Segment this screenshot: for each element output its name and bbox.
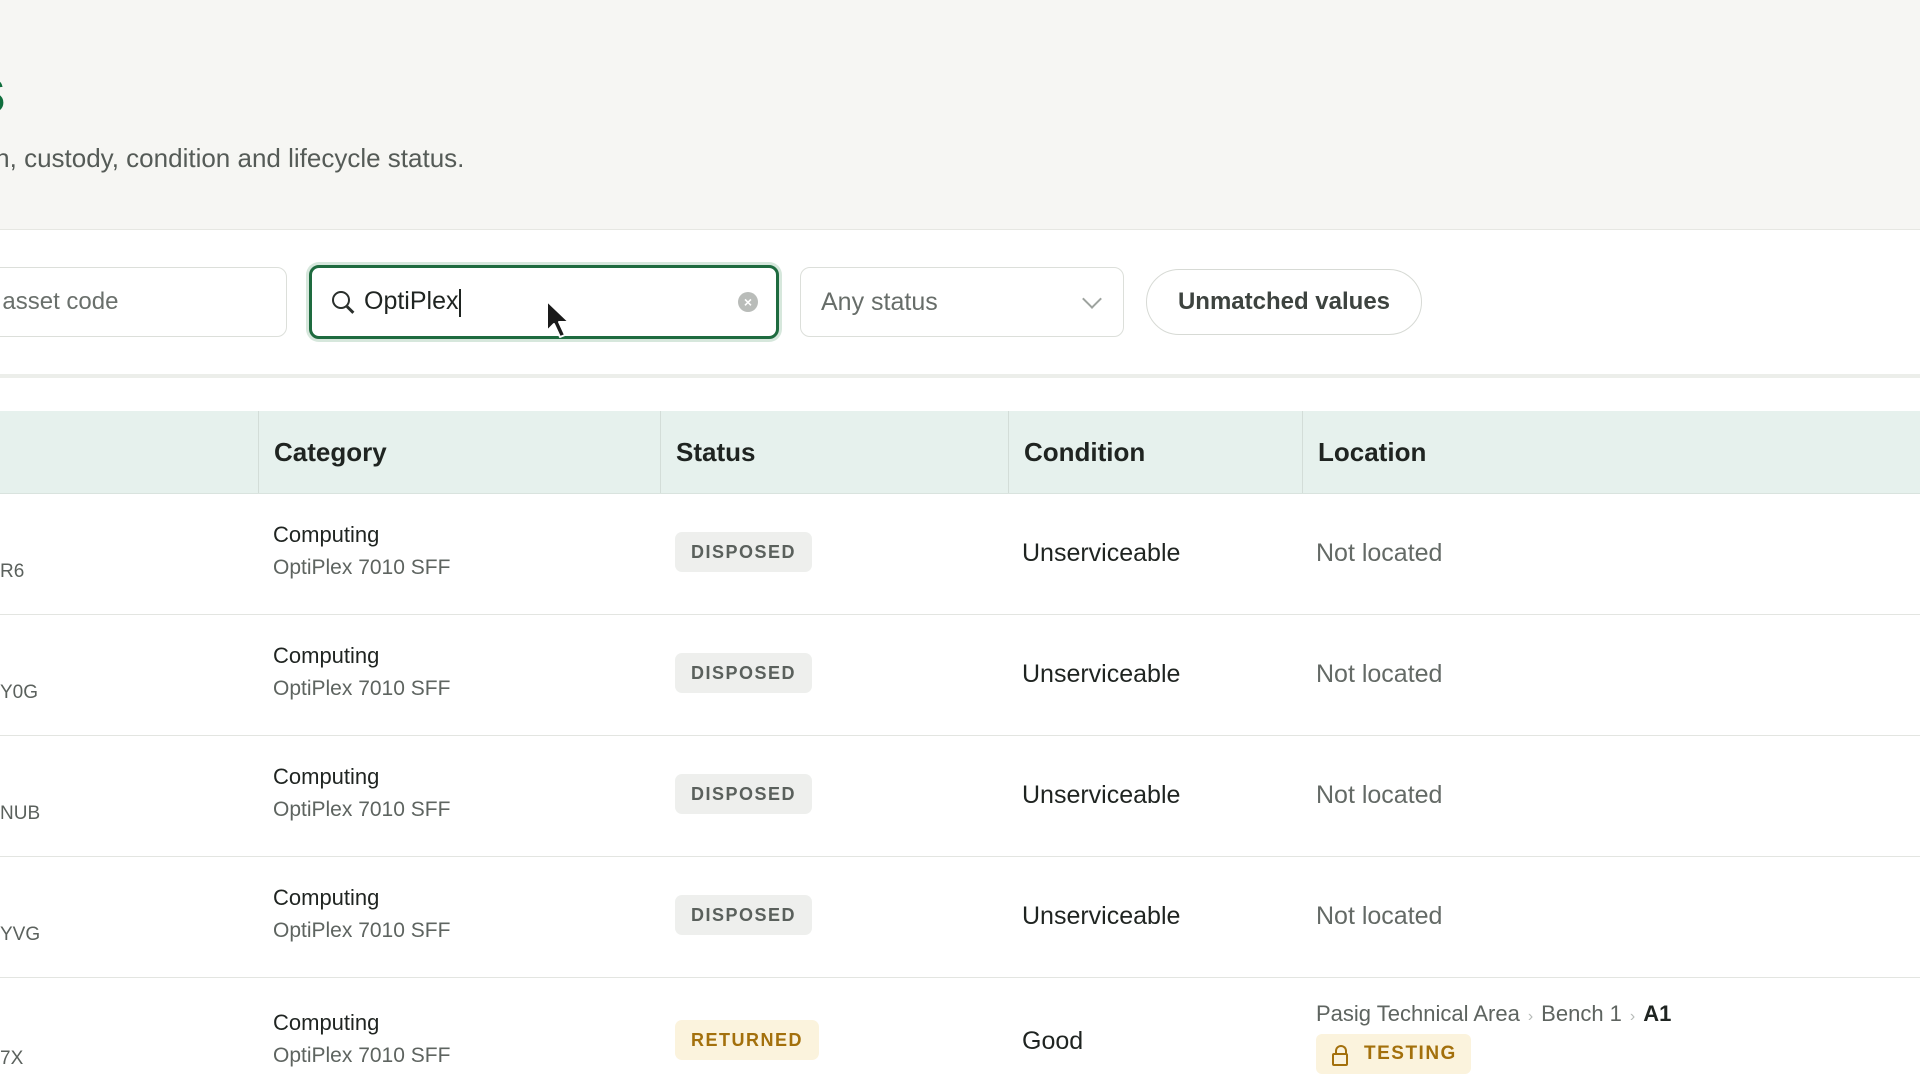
status-badge: RETURNED	[675, 1020, 820, 1060]
table-row[interactable]: R6 Computing OptiPlex 7010 SFF DISPOSED …	[0, 494, 1920, 615]
barcode-input-placeholder: de or asset code	[0, 288, 119, 315]
condition-value: Unserviceable	[1022, 660, 1181, 688]
status-badge: DISPOSED	[675, 895, 813, 935]
breadcrumb-separator-icon: ›	[1629, 1008, 1636, 1025]
status-badge: DISPOSED	[675, 532, 813, 572]
mouse-cursor-icon	[546, 300, 570, 338]
location-value: Not located	[1316, 781, 1443, 809]
column-header-condition[interactable]: Condition	[1008, 411, 1302, 493]
location-tag-label: TESTING	[1364, 1043, 1457, 1064]
chevron-down-icon	[1082, 289, 1102, 309]
table-row[interactable]: NUB Computing OptiPlex 7010 SFF DISPOSED…	[0, 736, 1920, 857]
page-title: ls	[0, 52, 6, 128]
location-value: Not located	[1316, 902, 1443, 930]
location-tag-badge: TESTING	[1316, 1034, 1471, 1074]
lock-icon	[1332, 1045, 1348, 1066]
status-select[interactable]: Any status	[800, 267, 1124, 337]
condition-value: Good	[1022, 1027, 1084, 1055]
category-name: Computing	[273, 643, 380, 668]
condition-value: Unserviceable	[1022, 781, 1181, 809]
status-select-value: Any status	[821, 287, 938, 316]
search-input-value: OptiPlex	[364, 287, 459, 316]
column-header-location[interactable]: Location	[1302, 411, 1920, 493]
page-subtitle: location, custody, condition and lifecyc…	[0, 143, 465, 173]
category-model: OptiPlex 7010 SFF	[273, 677, 451, 700]
text-caret	[459, 288, 462, 317]
column-header-category[interactable]: Category	[258, 411, 663, 493]
category-model: OptiPlex 7010 SFF	[273, 1044, 451, 1067]
location-slot: A1	[1643, 1001, 1672, 1026]
table-header: Category Status Condition Location	[0, 411, 1920, 494]
search-input[interactable]: OptiPlex	[364, 287, 724, 317]
location-value: Not located	[1316, 539, 1443, 567]
search-input-box[interactable]: OptiPlex ×	[309, 265, 779, 339]
location-value: Not located	[1316, 660, 1443, 688]
category-model: OptiPlex 7010 SFF	[273, 556, 451, 579]
asset-code: Y0G	[0, 682, 39, 703]
condition-value: Unserviceable	[1022, 539, 1181, 567]
location-area: Pasig Technical Area	[1316, 1001, 1520, 1026]
condition-value: Unserviceable	[1022, 902, 1181, 930]
status-badge: DISPOSED	[675, 653, 813, 693]
unmatched-values-button[interactable]: Unmatched values	[1146, 269, 1422, 335]
category-name: Computing	[273, 764, 380, 789]
asset-code: NUB	[0, 803, 41, 824]
table-row[interactable]: Y0G Computing OptiPlex 7010 SFF DISPOSED…	[0, 615, 1920, 736]
category-name: Computing	[273, 1010, 380, 1035]
location-bench: Bench 1	[1541, 1001, 1622, 1026]
table-row[interactable]: 7X Computing OptiPlex 7010 SFF RETURNED …	[0, 978, 1920, 1080]
column-header-status[interactable]: Status	[660, 411, 1008, 493]
status-badge: DISPOSED	[675, 774, 813, 814]
location-breadcrumb: Pasig Technical Area › Bench 1 › A1	[1316, 1001, 1671, 1027]
asset-code: 7X	[0, 1048, 24, 1069]
asset-code: R6	[0, 561, 25, 582]
table-row[interactable]: YVG Computing OptiPlex 7010 SFF DISPOSED…	[0, 857, 1920, 978]
search-icon	[332, 291, 354, 313]
page-header: ls location, custody, condition and life…	[0, 0, 1920, 230]
category-name: Computing	[273, 885, 380, 910]
filter-bar: de or asset code OptiPlex × Any status U…	[0, 230, 1920, 378]
barcode-search-input[interactable]: de or asset code	[0, 267, 287, 337]
asset-code: YVG	[0, 924, 41, 945]
breadcrumb-separator-icon: ›	[1527, 1008, 1534, 1025]
category-model: OptiPlex 7010 SFF	[273, 798, 451, 821]
category-model: OptiPlex 7010 SFF	[273, 919, 451, 942]
category-name: Computing	[273, 522, 380, 547]
clear-search-icon[interactable]: ×	[738, 292, 758, 312]
